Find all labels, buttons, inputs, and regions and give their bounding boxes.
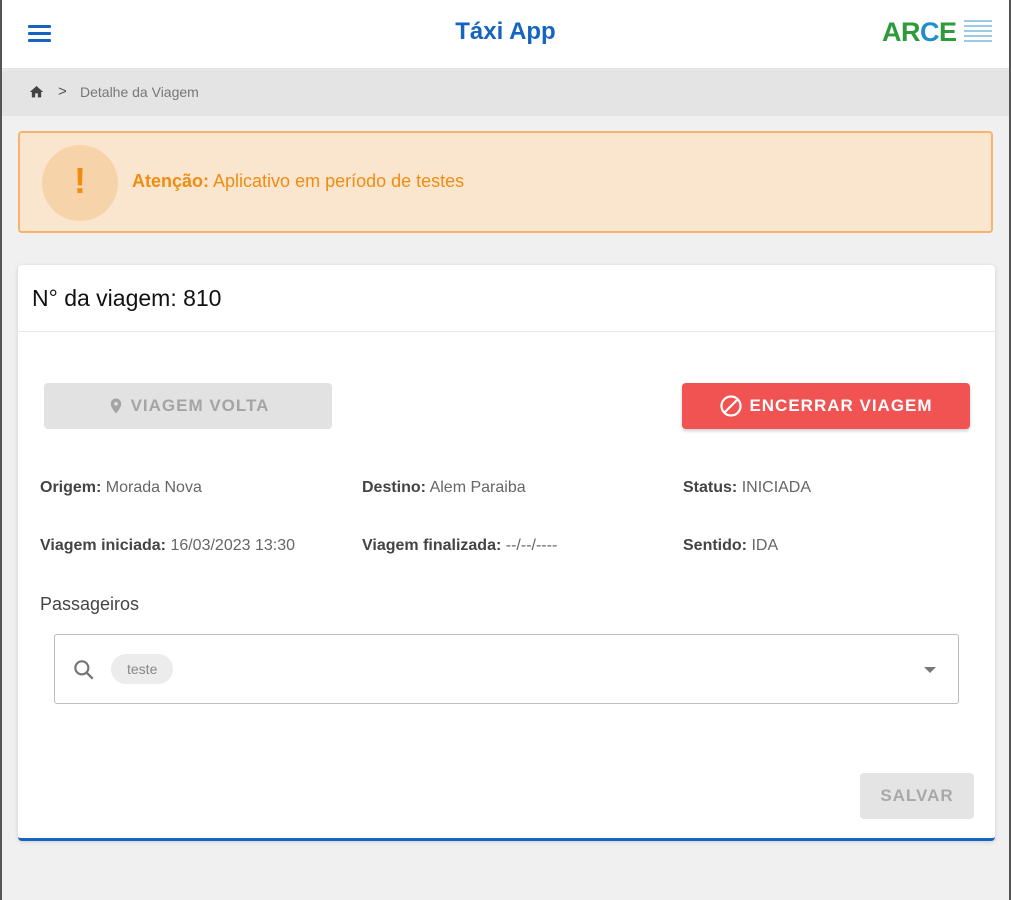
started-info: Viagem iniciada: 16/03/2023 13:30 — [40, 537, 295, 554]
test-period-alert: ! Atenção: Aplicativo em período de test… — [18, 131, 993, 233]
origin-info: Origem: Morada Nova — [40, 479, 202, 496]
trip-detail-card: N° da viagem: 810 VIAGEM VOLTA ENCERRAR … — [18, 265, 995, 841]
search-icon — [74, 660, 94, 680]
warning-icon: ! — [42, 145, 118, 221]
end-trip-button[interactable]: ENCERRAR VIAGEM — [682, 383, 970, 429]
alert-label: Atenção: — [132, 171, 210, 191]
alert-body: Aplicativo em período de testes — [213, 171, 465, 191]
destination-info: Destino: Alem Paraiba — [362, 479, 526, 496]
end-trip-label: ENCERRAR VIAGEM — [749, 396, 933, 415]
direction-info: Sentido: IDA — [683, 537, 779, 554]
home-icon[interactable] — [28, 84, 45, 100]
trip-number-title: N° da viagem: 810 — [32, 285, 222, 311]
chevron-down-icon[interactable] — [924, 667, 936, 673]
status-info: Status: INICIADA — [683, 479, 812, 496]
finished-info: Viagem finalizada: --/--/---- — [362, 537, 558, 554]
block-icon — [720, 395, 743, 417]
app-title: Táxi App — [455, 18, 556, 45]
app-header: Táxi App ARCE — [2, 0, 1009, 68]
location-pin-icon — [110, 398, 121, 414]
passenger-chip[interactable]: teste — [111, 654, 174, 684]
return-trip-button[interactable]: VIAGEM VOLTA — [44, 383, 332, 429]
breadcrumb-separator: > — [58, 83, 67, 100]
arce-logo: ARCE — [882, 16, 992, 48]
breadcrumb-current: Detalhe da Viagem — [80, 84, 199, 100]
save-button[interactable]: SALVAR — [860, 773, 974, 819]
breadcrumb: > Detalhe da Viagem — [2, 70, 1009, 116]
return-trip-label: VIAGEM VOLTA — [130, 396, 270, 415]
card-header: N° da viagem: 810 — [18, 265, 995, 332]
passengers-title: Passageiros — [40, 594, 140, 614]
alert-message: Atenção: Aplicativo em período de testes — [132, 171, 464, 192]
passengers-select[interactable]: teste — [54, 634, 959, 704]
